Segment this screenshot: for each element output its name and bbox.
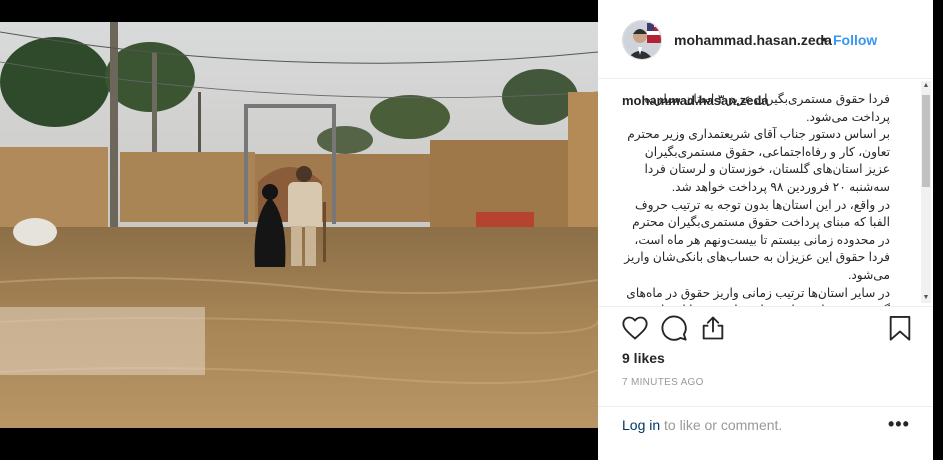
caption-area: mohammad.hasan.zeda فردا حقوق مستمری‌بگی…: [598, 79, 936, 306]
login-prompt: Log in to like or comment.: [622, 417, 782, 433]
avatar[interactable]: [622, 20, 662, 60]
follow-button[interactable]: Follow: [833, 32, 877, 48]
post-footer: Log in to like or comment. •••: [598, 406, 943, 460]
caption-scrollbar[interactable]: ▲ ▼: [921, 81, 931, 303]
divider: [598, 306, 943, 307]
login-prompt-text: to like or comment.: [660, 417, 783, 433]
comment-button[interactable]: [660, 314, 688, 342]
login-link[interactable]: Log in: [622, 417, 660, 433]
bookmark-icon: [889, 315, 911, 341]
like-button[interactable]: [621, 314, 649, 342]
post-header: mohammad.hasan.zeda • Follow: [598, 0, 943, 79]
scrollbar-thumb[interactable]: [922, 95, 930, 187]
header-separator: •: [822, 31, 827, 47]
post-details-panel: mohammad.hasan.zeda • Follow mohammad.ha…: [598, 0, 943, 460]
window-edge: [933, 0, 943, 460]
flood-scene-image: [0, 22, 598, 428]
share-button[interactable]: [699, 314, 727, 342]
caption-text: فردا حقوق مستمری‌بگیران عزیز ۳ استان سیل…: [624, 92, 890, 306]
heart-icon: [622, 316, 648, 340]
likes-count[interactable]: 9 likes: [622, 350, 665, 366]
post-timestamp[interactable]: 7 MINUTES AGO: [622, 377, 704, 388]
save-button[interactable]: [886, 314, 914, 342]
avatar-image: [623, 21, 661, 59]
scroll-down-arrow-icon[interactable]: ▼: [921, 293, 931, 303]
post-photo-pane: [0, 0, 598, 460]
header-username[interactable]: mohammad.hasan.zeda: [674, 32, 832, 48]
more-options-icon[interactable]: •••: [888, 414, 910, 435]
scroll-up-arrow-icon[interactable]: ▲: [921, 81, 931, 91]
comment-icon: [661, 315, 687, 341]
share-icon: [702, 316, 724, 340]
post-photo[interactable]: [0, 22, 598, 428]
